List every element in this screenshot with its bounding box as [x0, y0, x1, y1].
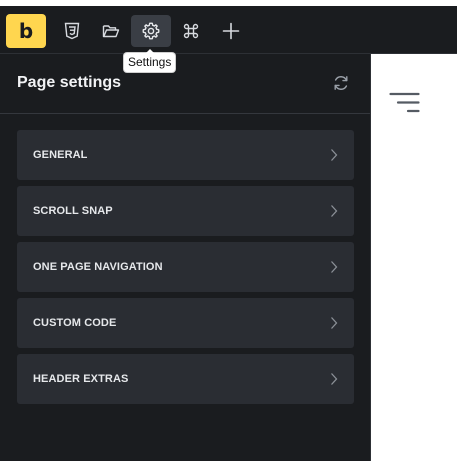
folder-icon — [102, 23, 120, 39]
panel-title: Page settings — [17, 74, 122, 91]
builder-toolbar: b — [0, 6, 457, 54]
section-label: HEADER EXTRAS — [33, 373, 129, 385]
command-palette-button[interactable] — [171, 15, 211, 47]
section-one-page-navigation[interactable]: ONE PAGE NAVIGATION — [17, 242, 354, 292]
section-scroll-snap[interactable]: SCROLL SNAP — [17, 186, 354, 236]
logo-button[interactable]: b — [6, 14, 46, 48]
section-label: ONE PAGE NAVIGATION — [33, 261, 163, 273]
chevron-right-icon — [330, 148, 338, 162]
panel-header: Page settings — [0, 54, 370, 114]
css3-icon — [64, 22, 80, 40]
chevron-right-icon — [330, 316, 338, 330]
refresh-icon — [332, 74, 350, 97]
settings-tooltip: Settings — [124, 49, 176, 72]
page-settings-panel: Page settings GENERAL SCROLL SNAP ONE PA… — [0, 54, 371, 461]
settings-button[interactable] — [131, 15, 171, 47]
page-canvas — [371, 54, 457, 461]
section-general[interactable]: GENERAL — [17, 130, 354, 180]
refresh-button[interactable] — [330, 74, 352, 96]
hamburger-menu-icon[interactable] — [389, 91, 421, 115]
logo-letter: b — [18, 19, 34, 43]
plus-icon — [222, 22, 240, 40]
css-button[interactable] — [52, 15, 92, 47]
section-label: SCROLL SNAP — [33, 205, 113, 217]
section-custom-code[interactable]: CUSTOM CODE — [17, 298, 354, 348]
section-label: GENERAL — [33, 149, 88, 161]
command-icon — [182, 22, 200, 40]
chevron-right-icon — [330, 372, 338, 386]
chevron-right-icon — [330, 260, 338, 274]
section-header-extras[interactable]: HEADER EXTRAS — [17, 354, 354, 404]
chevron-right-icon — [330, 204, 338, 218]
gear-icon — [141, 21, 161, 41]
section-label: CUSTOM CODE — [33, 317, 117, 329]
add-element-button[interactable] — [211, 15, 251, 47]
templates-button[interactable] — [91, 15, 131, 47]
